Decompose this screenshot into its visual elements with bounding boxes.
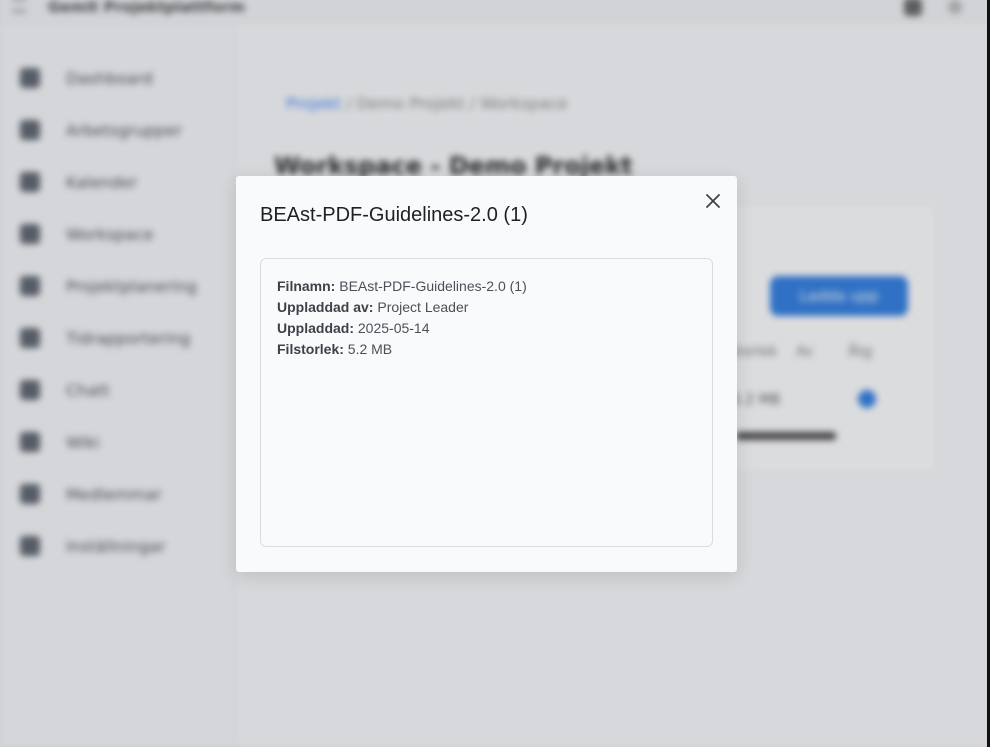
metadata-label: Uppladdad av: xyxy=(277,299,374,315)
metadata-filename: Filnamn: BEAst-PDF-Guidelines-2.0 (1) xyxy=(277,278,527,294)
dialog-title: BEAst-PDF-Guidelines-2.0 (1) xyxy=(260,204,528,226)
file-info-dialog: BEAst-PDF-Guidelines-2.0 (1) Filnamn: BE… xyxy=(236,176,737,572)
metadata-uploaded-by: Uppladdad av: Project Leader xyxy=(277,299,468,315)
metadata-uploaded-date: Uppladdad: 2025-05-14 xyxy=(277,320,430,336)
metadata-file-size: Filstorlek: 5.2 MB xyxy=(277,341,392,357)
metadata-label: Filstorlek: xyxy=(277,341,344,357)
metadata-label: Filnamn: xyxy=(277,278,336,294)
file-metadata-panel: Filnamn: BEAst-PDF-Guidelines-2.0 (1) Up… xyxy=(260,258,713,547)
metadata-label: Uppladdad: xyxy=(277,320,354,336)
metadata-value: Project Leader xyxy=(377,299,469,315)
metadata-value: BEAst-PDF-Guidelines-2.0 (1) xyxy=(339,278,527,294)
close-icon[interactable] xyxy=(702,190,724,212)
app-window: Gemit Projektplattform Dashboard Arbetsg… xyxy=(0,0,990,747)
metadata-value: 2025-05-14 xyxy=(357,320,430,336)
metadata-value: 5.2 MB xyxy=(347,341,393,357)
